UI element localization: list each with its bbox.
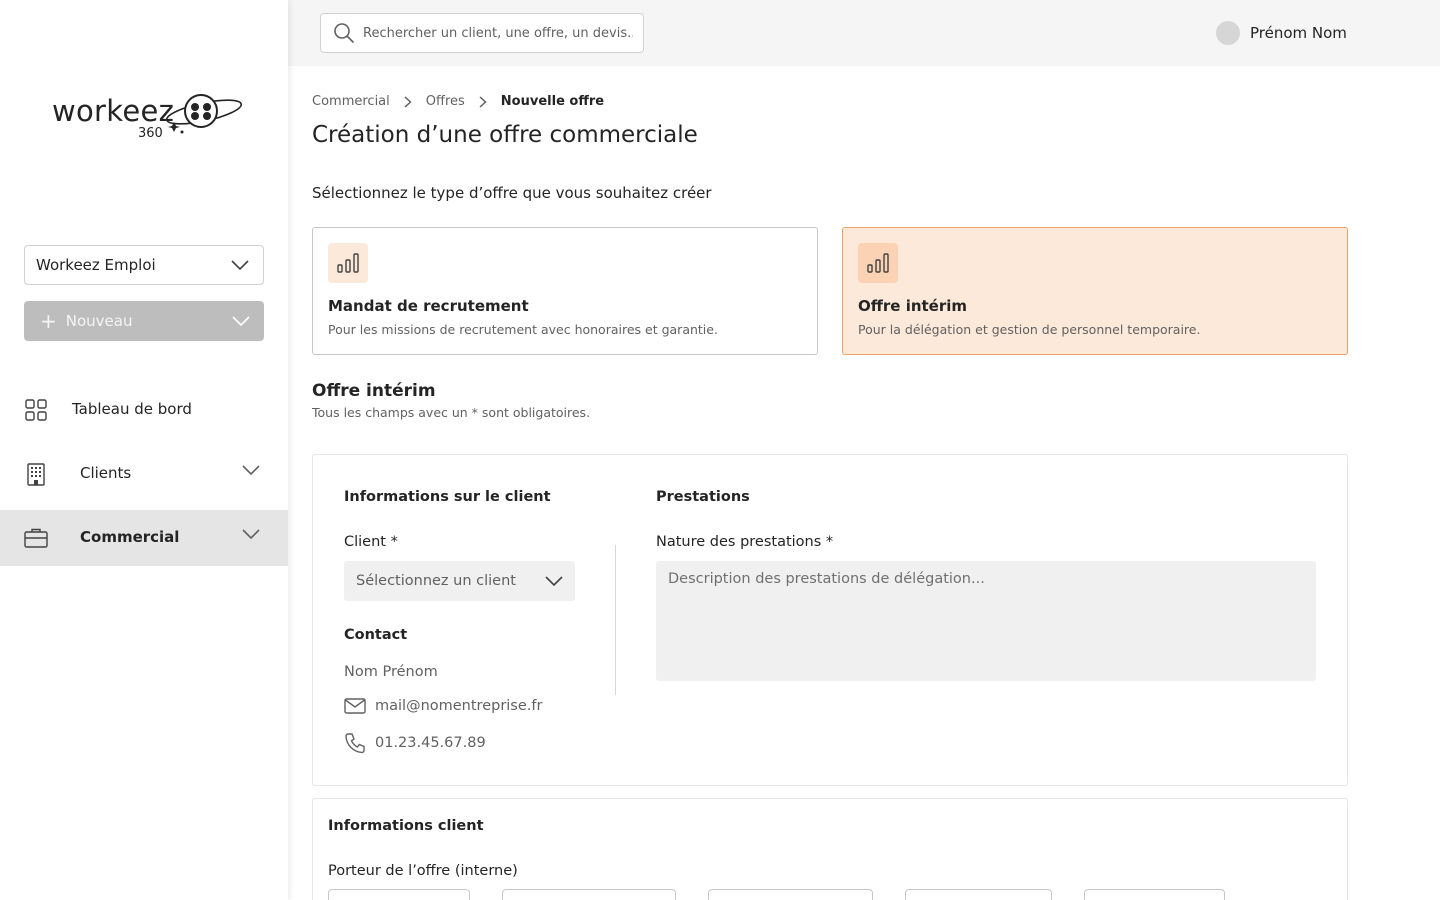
offer-type-prompt: Sélectionnez le type d’offre que vous so… xyxy=(312,184,712,202)
user-name: Prénom Nom xyxy=(1250,24,1347,42)
planet-icon xyxy=(165,94,243,134)
owner-chip[interactable] xyxy=(502,889,676,900)
chevron-down-icon[interactable] xyxy=(242,465,260,475)
sidebar-item-label: Tableau de bord xyxy=(72,400,192,418)
briefcase-icon xyxy=(24,528,48,548)
avatar xyxy=(1216,21,1240,45)
page-title: Création d’une offre commerciale xyxy=(312,122,698,148)
client-select[interactable]: Sélectionnez un client xyxy=(344,561,575,601)
chevron-right-icon xyxy=(404,95,412,108)
top-bar: Prénom Nom xyxy=(288,0,1440,66)
client-field-label: Client * xyxy=(344,534,398,550)
organization-select-value: Workeez Emploi xyxy=(36,256,156,274)
workeez-logo[interactable]: workeez 360 xyxy=(52,92,243,144)
sidebar-item-label: Clients xyxy=(80,464,132,482)
sidebar: workeez 360 Workeez Emploi + Nouveau Tab… xyxy=(0,0,288,900)
new-button[interactable]: + Nouveau xyxy=(24,301,264,341)
organization-select[interactable]: Workeez Emploi xyxy=(24,245,264,285)
offer-type-title: Offre intérim xyxy=(858,297,968,315)
breadcrumb: Commercial Offres Nouvelle offre xyxy=(312,94,604,109)
offer-type-description: Pour les missions de recrutement avec ho… xyxy=(328,322,718,337)
breadcrumb-current: Nouvelle offre xyxy=(500,94,605,109)
main-content: Commercial Offres Nouvelle offre Créatio… xyxy=(288,66,1440,900)
phone-icon xyxy=(345,733,365,754)
search-input[interactable] xyxy=(363,25,633,41)
contact-heading: Contact xyxy=(344,627,408,643)
services-heading: Prestations xyxy=(656,489,750,505)
breadcrumb-commercial[interactable]: Commercial xyxy=(312,94,390,109)
offer-type-icon-box xyxy=(328,243,368,283)
contact-phone[interactable]: 01.23.45.67.89 xyxy=(344,732,486,754)
bar-chart-icon xyxy=(337,253,359,273)
new-button-label: Nouveau xyxy=(65,312,133,330)
logo-text: workeez xyxy=(52,94,175,128)
chevron-right-icon xyxy=(479,95,487,108)
contact-name: Nom Prénom xyxy=(344,664,438,680)
sidebar-item-clients[interactable]: Clients xyxy=(0,446,288,502)
column-divider xyxy=(615,545,616,695)
owner-chip[interactable] xyxy=(708,889,873,900)
client-info-heading: Informations sur le client xyxy=(344,489,551,505)
client-details-heading: Informations client xyxy=(328,818,484,834)
breadcrumb-offres[interactable]: Offres xyxy=(426,94,465,109)
grid-icon xyxy=(25,399,47,421)
mail-icon xyxy=(344,698,366,714)
offer-type-icon-box xyxy=(858,243,898,283)
nature-field-label: Nature des prestations * xyxy=(656,534,834,550)
owner-chip[interactable] xyxy=(1084,889,1225,900)
sidebar-item-commercial[interactable]: Commercial xyxy=(0,510,288,566)
chevron-down-icon[interactable] xyxy=(242,529,260,539)
offer-type-description: Pour la délégation et gestion de personn… xyxy=(858,322,1201,337)
offer-type-title: Mandat de recrutement xyxy=(328,297,529,315)
contact-email[interactable]: mail@nomentreprise.fr xyxy=(344,697,542,715)
form-title: Offre intérim xyxy=(312,381,436,401)
chevron-down-icon xyxy=(231,260,249,270)
contact-phone-text: 01.23.45.67.89 xyxy=(375,735,486,751)
building-icon xyxy=(27,463,45,486)
services-description-textarea[interactable] xyxy=(656,561,1316,681)
contact-email-text: mail@nomentreprise.fr xyxy=(375,698,543,714)
owner-chip[interactable] xyxy=(328,889,470,900)
chevron-down-icon xyxy=(545,576,563,586)
bar-chart-icon xyxy=(867,253,889,273)
chevron-down-icon xyxy=(232,316,250,326)
offer-form-panel: Informations sur le client Client * Séle… xyxy=(312,454,1348,786)
required-fields-note: Tous les champs avec un * sont obligatoi… xyxy=(312,405,591,420)
client-select-placeholder: Sélectionnez un client xyxy=(356,573,516,589)
sidebar-item-dashboard[interactable]: Tableau de bord xyxy=(0,382,288,438)
search-box[interactable] xyxy=(320,13,644,53)
contact-name-text: Nom Prénom xyxy=(344,664,438,680)
offer-type-card-recruitment[interactable]: Mandat de recrutement Pour les missions … xyxy=(312,227,818,355)
plus-icon: + xyxy=(40,309,57,333)
owner-chip[interactable] xyxy=(905,889,1052,900)
client-details-panel: Informations client Porteur de l’offre (… xyxy=(312,798,1348,900)
logo-subtext: 360 xyxy=(138,126,163,141)
offer-type-card-interim[interactable]: Offre intérim Pour la délégation et gest… xyxy=(842,227,1348,355)
search-icon xyxy=(334,23,355,44)
user-menu[interactable]: Prénom Nom xyxy=(1216,21,1347,45)
sidebar-item-label: Commercial xyxy=(80,528,180,546)
offer-owner-label: Porteur de l’offre (interne) xyxy=(328,863,518,879)
